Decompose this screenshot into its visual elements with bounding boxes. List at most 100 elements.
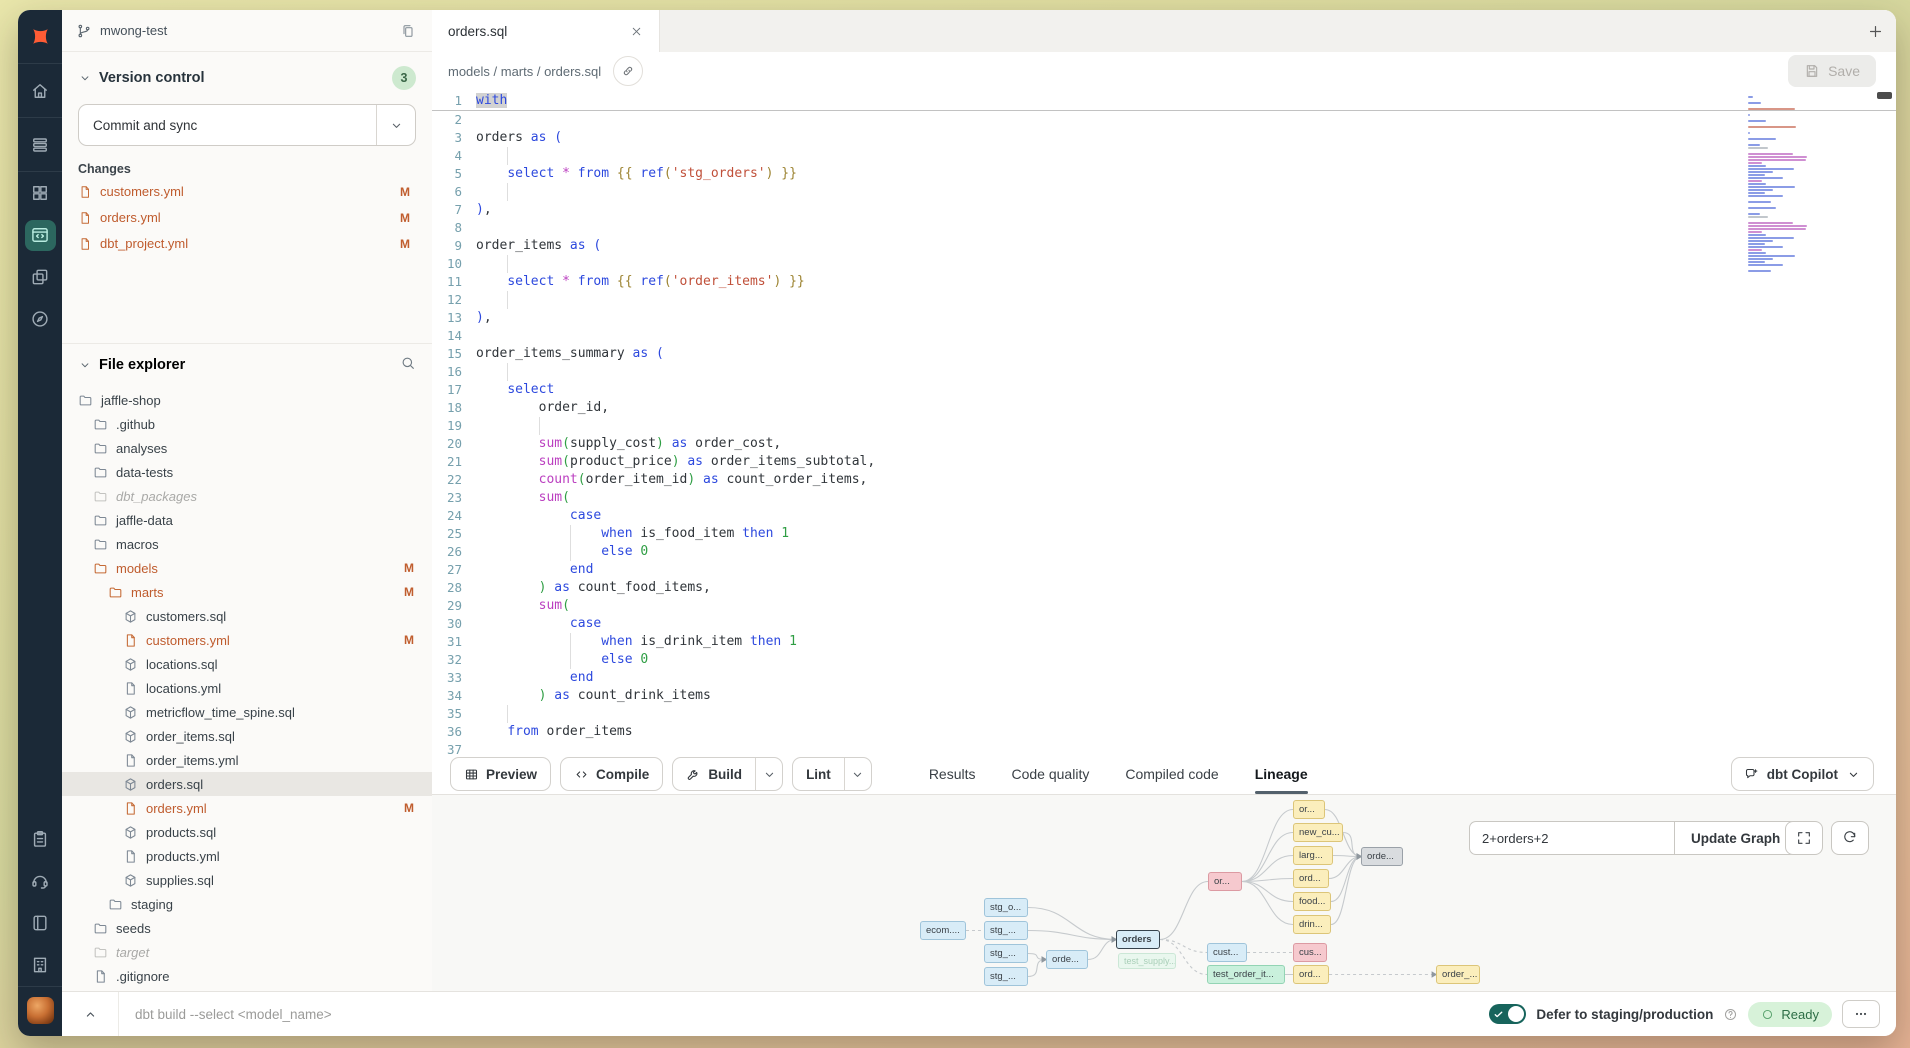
sidebar-item-dashboard[interactable] — [18, 172, 62, 214]
commit-and-sync-button[interactable]: Commit and sync — [78, 104, 416, 146]
defer-toggle[interactable] — [1489, 1004, 1526, 1024]
chevron-down-icon[interactable] — [78, 71, 92, 85]
tree-item-target[interactable]: target — [62, 940, 432, 964]
chevron-down-icon[interactable] — [78, 358, 92, 372]
tree-item-locations-yml[interactable]: locations.yml — [62, 676, 432, 700]
tree-item-marts[interactable]: martsM — [62, 580, 432, 604]
tree-item-products-sql[interactable]: products.sql — [62, 820, 432, 844]
code-line-10[interactable]: 10 — [432, 255, 1896, 273]
lineage-selector-input[interactable] — [1469, 821, 1674, 855]
update-graph-button[interactable]: Update Graph — [1674, 821, 1797, 855]
lint-options-caret[interactable] — [844, 758, 871, 790]
code-line-35[interactable]: 35 — [432, 705, 1896, 723]
code-line-21[interactable]: 21 sum(product_price) as order_items_sub… — [432, 453, 1896, 471]
build-button[interactable]: Build — [672, 757, 783, 791]
save-button[interactable]: Save — [1788, 55, 1876, 87]
preview-button[interactable]: Preview — [450, 757, 551, 791]
lineage-node-y3[interactable]: larg... — [1293, 846, 1333, 865]
ready-status-badge[interactable]: Ready — [1748, 1002, 1832, 1027]
tree-item-macros[interactable]: macros — [62, 532, 432, 556]
tab-lineage[interactable]: Lineage — [1255, 754, 1308, 794]
sidebar-item-projects[interactable] — [18, 256, 62, 298]
editor-minimap[interactable] — [1748, 96, 1860, 276]
tree-item-analyses[interactable]: analyses — [62, 436, 432, 460]
changed-file-customers.yml[interactable]: customers.ymlM — [78, 181, 416, 202]
sidebar-item-explore[interactable] — [18, 298, 62, 340]
lineage-node-ordy[interactable]: ord... — [1293, 965, 1329, 984]
sidebar-item-organization[interactable] — [18, 944, 62, 986]
tree-item-staging[interactable]: staging — [62, 892, 432, 916]
tree-item-products-yml[interactable]: products.yml — [62, 844, 432, 868]
code-line-25[interactable]: 25 when is_food_item then 1 — [432, 525, 1896, 543]
lineage-node-gray1[interactable]: orde... — [1361, 847, 1403, 866]
code-line-17[interactable]: 17 select — [432, 381, 1896, 399]
code-line-13[interactable]: 13), — [432, 309, 1896, 327]
lint-button[interactable]: Lint — [792, 757, 872, 791]
tree-item-orders-yml[interactable]: orders.ymlM — [62, 796, 432, 820]
changed-file-orders.yml[interactable]: orders.ymlM — [78, 207, 416, 228]
lineage-node-stg3[interactable]: stg_... — [984, 944, 1028, 963]
lineage-node-ecom[interactable]: ecom.... — [920, 921, 966, 940]
code-line-9[interactable]: 9order_items as ( — [432, 237, 1896, 255]
build-options-caret[interactable] — [755, 758, 782, 790]
code-line-12[interactable]: 12 — [432, 291, 1896, 309]
code-line-27[interactable]: 27 end — [432, 561, 1896, 579]
tree-item-data-tests[interactable]: data-tests — [62, 460, 432, 484]
code-line-23[interactable]: 23 sum( — [432, 489, 1896, 507]
lineage-node-tsup[interactable]: test_supply... — [1118, 953, 1176, 969]
lineage-node-ordy2[interactable]: order_... — [1436, 965, 1480, 984]
tree-item-orders-sql[interactable]: orders.sql — [62, 772, 432, 796]
tree-item-order-items-yml[interactable]: order_items.yml — [62, 748, 432, 772]
tree-item-customers-yml[interactable]: customers.ymlM — [62, 628, 432, 652]
tree-item-jaffle-shop[interactable]: jaffle-shop — [62, 388, 432, 412]
code-editor[interactable]: 1with23orders as (45 select * from {{ re… — [432, 90, 1896, 754]
new-tab-button[interactable] — [1854, 10, 1896, 52]
code-line-7[interactable]: 7), — [432, 201, 1896, 219]
help-icon[interactable] — [1723, 1007, 1738, 1022]
code-line-16[interactable]: 16 — [432, 363, 1896, 381]
fullscreen-button[interactable] — [1785, 821, 1823, 855]
search-icon[interactable] — [400, 355, 416, 376]
code-line-4[interactable]: 4 — [432, 147, 1896, 165]
code-line-31[interactable]: 31 when is_drink_item then 1 — [432, 633, 1896, 651]
code-line-1[interactable]: 1with — [432, 92, 1896, 111]
scrollbar-thumb[interactable] — [1877, 92, 1892, 99]
lineage-node-cust[interactable]: cust... — [1207, 943, 1247, 962]
dbt-command-input[interactable] — [119, 1007, 1489, 1022]
lineage-node-y1[interactable]: or... — [1293, 800, 1325, 819]
code-line-26[interactable]: 26 else 0 — [432, 543, 1896, 561]
lineage-node-stg1[interactable]: stg_o... — [984, 898, 1028, 917]
lineage-node-y4[interactable]: ord... — [1293, 869, 1329, 888]
lineage-node-orp[interactable]: or... — [1208, 872, 1242, 891]
tree-item--gitignore[interactable]: .gitignore — [62, 964, 432, 988]
tree-item--github[interactable]: .github — [62, 412, 432, 436]
code-line-36[interactable]: 36 from order_items — [432, 723, 1896, 741]
tree-item-seeds[interactable]: seeds — [62, 916, 432, 940]
sidebar-item-home[interactable] — [18, 64, 62, 117]
sidebar-item-docs[interactable] — [18, 902, 62, 944]
code-line-11[interactable]: 11 select * from {{ ref('order_items') }… — [432, 273, 1896, 291]
lineage-node-stg4[interactable]: stg_... — [984, 967, 1028, 986]
changed-file-dbt_project.yml[interactable]: dbt_project.ymlM — [78, 233, 416, 254]
tab-orders-sql[interactable]: orders.sql — [432, 10, 660, 52]
sidebar-item-ide[interactable] — [18, 214, 62, 256]
copy-link-icon[interactable] — [613, 56, 643, 86]
refresh-graph-button[interactable] — [1831, 821, 1869, 855]
compile-button[interactable]: Compile — [560, 757, 663, 791]
more-options-button[interactable] — [1842, 1000, 1880, 1028]
lineage-node-y2[interactable]: new_cu... — [1293, 823, 1343, 842]
code-line-34[interactable]: 34 ) as count_drink_items — [432, 687, 1896, 705]
lineage-node-tord[interactable]: test_order_it... — [1207, 965, 1285, 984]
lineage-node-y5[interactable]: food... — [1293, 892, 1331, 911]
code-line-24[interactable]: 24 case — [432, 507, 1896, 525]
code-line-28[interactable]: 28 ) as count_food_items, — [432, 579, 1896, 597]
copy-document-icon[interactable] — [398, 21, 418, 41]
tab-results[interactable]: Results — [929, 754, 976, 794]
tree-item-jaffle-data[interactable]: jaffle-data — [62, 508, 432, 532]
code-line-5[interactable]: 5 select * from {{ ref('stg_orders') }} — [432, 165, 1896, 183]
code-line-18[interactable]: 18 order_id, — [432, 399, 1896, 417]
code-line-30[interactable]: 30 case — [432, 615, 1896, 633]
code-line-15[interactable]: 15order_items_summary as ( — [432, 345, 1896, 363]
sidebar-item-environments[interactable] — [18, 118, 62, 171]
tab-compiled-code[interactable]: Compiled code — [1125, 754, 1218, 794]
